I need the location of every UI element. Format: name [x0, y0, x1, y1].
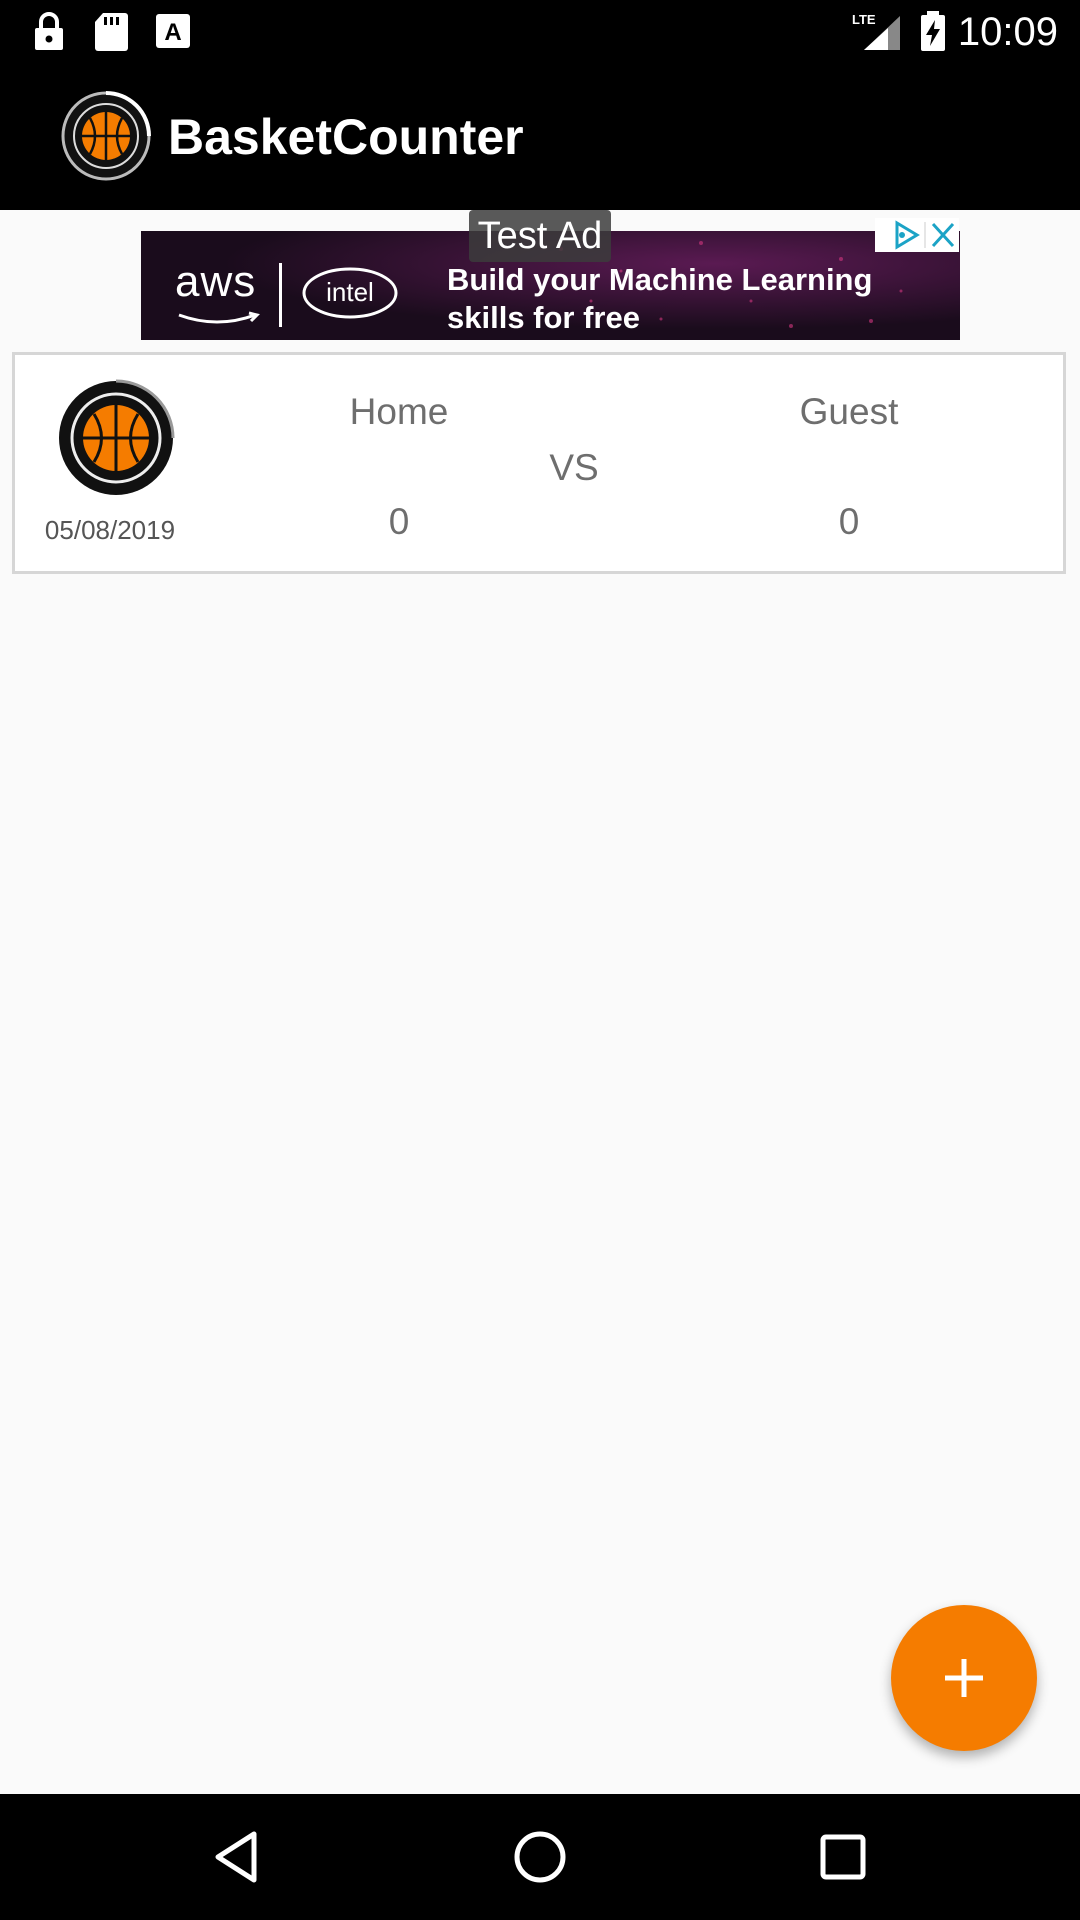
- ad-headline: Build your Machine Learning skills for f…: [447, 261, 927, 337]
- ad-divider: [279, 263, 282, 327]
- back-icon[interactable]: [204, 1824, 270, 1890]
- ad-intel-logo: intel: [302, 267, 398, 319]
- app-bar: BasketCounter: [0, 63, 1080, 210]
- basketball-logo-icon: [59, 379, 175, 495]
- plus-icon: [945, 1659, 983, 1697]
- home-label: Home: [349, 391, 449, 432]
- vs-label: VS: [549, 447, 599, 488]
- aws-smile-icon: [178, 311, 260, 324]
- battery-charging-icon: [921, 11, 945, 51]
- game-date: 05/08/2019: [44, 515, 176, 545]
- ad-headline-line1: Build your Machine Learning: [447, 262, 873, 297]
- font-a-icon: A: [156, 14, 190, 48]
- adchoices-icon[interactable]: [895, 220, 920, 250]
- svg-text:A: A: [164, 19, 181, 46]
- navigation-bar: [0, 1794, 1080, 1920]
- sd-card-icon: [95, 13, 128, 51]
- test-ad-badge: Test Ad: [469, 210, 611, 262]
- lte-signal-icon: LTE: [852, 12, 900, 50]
- game-card[interactable]: 05/08/2019 Home Guest VS 0 0: [12, 352, 1066, 574]
- recents-icon[interactable]: [810, 1824, 876, 1890]
- ad-aws-logo: aws: [175, 257, 257, 306]
- status-bar: A LTE 10:09: [0, 0, 1080, 63]
- app-title: BasketCounter: [168, 109, 524, 165]
- home-icon[interactable]: [507, 1824, 573, 1890]
- svg-text:intel: intel: [326, 277, 374, 307]
- ad-choices[interactable]: [875, 218, 959, 252]
- ad-headline-line2: skills for free: [447, 300, 640, 335]
- guest-label: Guest: [799, 391, 899, 432]
- home-score: 0: [388, 501, 410, 542]
- basketball-logo-icon: [61, 91, 151, 181]
- lock-icon: [35, 12, 63, 50]
- add-game-button[interactable]: [891, 1605, 1037, 1751]
- guest-score: 0: [838, 501, 860, 542]
- svg-text:LTE: LTE: [852, 12, 876, 27]
- status-time: 10:09: [957, 10, 1058, 54]
- close-icon[interactable]: [931, 222, 955, 248]
